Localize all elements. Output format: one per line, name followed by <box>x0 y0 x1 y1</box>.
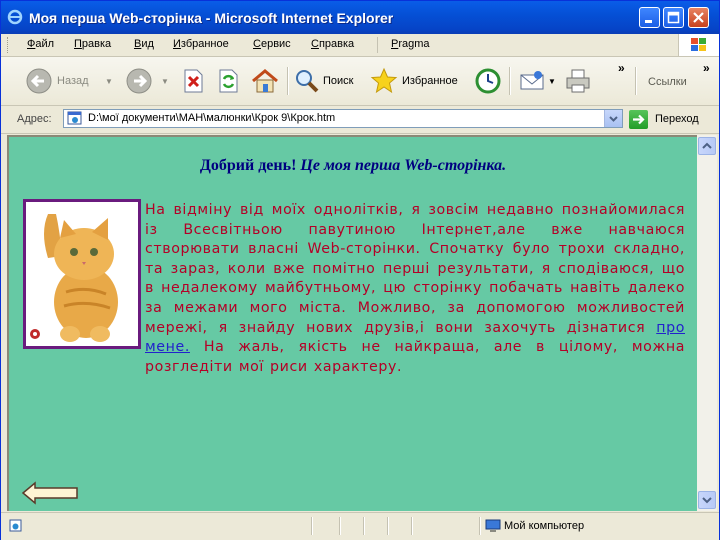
close-button[interactable] <box>688 7 709 28</box>
star-icon <box>370 67 398 94</box>
scroll-down-button[interactable] <box>698 491 716 509</box>
go-arrow-icon <box>629 110 648 129</box>
menu-file[interactable]: Файл <box>27 38 54 50</box>
computer-icon <box>485 519 501 532</box>
menu-bar: Файл Правка Вид Избранное Сервис Справка… <box>1 34 719 57</box>
menu-help[interactable]: Справка <box>311 38 354 50</box>
history-icon <box>475 68 501 94</box>
go-label: Переход <box>655 113 699 125</box>
page-icon <box>67 111 82 125</box>
mail-button[interactable]: ▼ <box>518 65 558 97</box>
browser-window: Моя перша Web-сторінка - Microsoft Inter… <box>0 0 720 540</box>
favorites-label: Избранное <box>402 75 458 87</box>
forward-button[interactable]: ▼ <box>125 65 169 97</box>
links-label[interactable]: Ссылки <box>648 76 687 88</box>
page-content: Добрий день! Це моя перша Web-сторінка. … <box>7 135 697 511</box>
refresh-button[interactable] <box>216 65 240 97</box>
page-done-icon <box>9 519 22 532</box>
mail-dropdown-icon[interactable]: ▼ <box>548 77 556 86</box>
minimize-icon <box>645 20 652 23</box>
address-label: Адрес: <box>17 113 52 125</box>
forward-arrow-icon <box>126 68 152 94</box>
status-divider <box>363 517 365 535</box>
scroll-up-button[interactable] <box>698 137 716 155</box>
menu-pragma[interactable]: Pragma <box>391 38 430 50</box>
windows-flag-icon <box>691 38 706 51</box>
history-button[interactable] <box>474 65 504 97</box>
chevron-down-icon <box>702 497 712 504</box>
ie-icon <box>7 9 23 25</box>
kitten-image <box>26 202 138 346</box>
close-icon <box>693 12 704 23</box>
address-dropdown-button[interactable] <box>604 110 622 127</box>
menu-view[interactable]: Вид <box>134 38 154 50</box>
back-arrow-icon <box>26 68 52 94</box>
favorites-button[interactable]: Избранное <box>370 65 466 97</box>
address-value: D:\мої документи\МАН\малюнки\Крок 9\Крок… <box>88 112 336 124</box>
minimize-button[interactable] <box>639 7 660 28</box>
mail-icon <box>520 71 544 90</box>
printer-icon <box>566 69 590 93</box>
stop-button[interactable] <box>181 65 205 97</box>
vertical-scrollbar[interactable] <box>697 135 717 511</box>
kitten-photo <box>23 199 141 349</box>
status-divider <box>387 517 389 535</box>
links-overflow-icon[interactable]: » <box>703 61 710 75</box>
chevron-down-icon <box>609 116 618 122</box>
search-button[interactable]: Поиск <box>294 65 360 97</box>
windows-logo <box>678 34 719 56</box>
search-icon <box>296 70 319 93</box>
maximize-icon <box>667 11 680 24</box>
toolbar-overflow-icon[interactable]: » <box>618 61 625 75</box>
status-divider <box>339 517 341 535</box>
back-label: Назад <box>57 75 89 87</box>
menu-tools[interactable]: Сервис <box>253 38 291 50</box>
menu-grip[interactable] <box>7 37 11 53</box>
title-bar[interactable]: Моя перша Web-сторінка - Microsoft Inter… <box>1 1 719 34</box>
back-dropdown-icon[interactable]: ▼ <box>105 77 113 86</box>
status-bar: Мой компьютер <box>1 512 719 540</box>
status-divider <box>311 517 313 535</box>
back-button[interactable]: Назад ▼ <box>25 65 115 97</box>
toolbar-separator <box>509 67 511 95</box>
status-divider <box>479 517 481 535</box>
stop-icon <box>184 69 203 93</box>
forward-dropdown-icon[interactable]: ▼ <box>161 77 169 86</box>
status-divider <box>411 517 413 535</box>
search-label: Поиск <box>323 75 354 87</box>
home-button[interactable] <box>250 65 280 97</box>
security-zone-label: Мой компьютер <box>504 520 585 532</box>
toolbar-separator <box>635 67 637 95</box>
maximize-button[interactable] <box>663 7 684 28</box>
go-button[interactable]: Переход <box>629 110 715 129</box>
chevron-up-icon <box>702 142 712 149</box>
address-input[interactable]: D:\мої документи\МАН\малюнки\Крок 9\Крок… <box>63 109 623 128</box>
back-arrow-icon[interactable] <box>21 481 79 505</box>
window-title: Моя перша Web-сторінка - Microsoft Inter… <box>29 10 394 26</box>
address-bar: Адрес: D:\мої документи\МАН\малюнки\Крок… <box>1 106 719 134</box>
menu-edit[interactable]: Правка <box>74 38 111 50</box>
menu-favorites[interactable]: Избранное <box>173 38 229 50</box>
home-icon <box>252 69 278 93</box>
print-button[interactable] <box>564 65 594 97</box>
refresh-icon <box>219 69 238 93</box>
standard-toolbar: Назад ▼ ▼ Поиск Избранное ▼ » » <box>1 57 719 106</box>
toolbar-separator <box>287 67 289 95</box>
menu-separator <box>377 37 378 53</box>
page-heading: Добрий день! Це моя перша Web-сторінка. <box>199 157 507 174</box>
